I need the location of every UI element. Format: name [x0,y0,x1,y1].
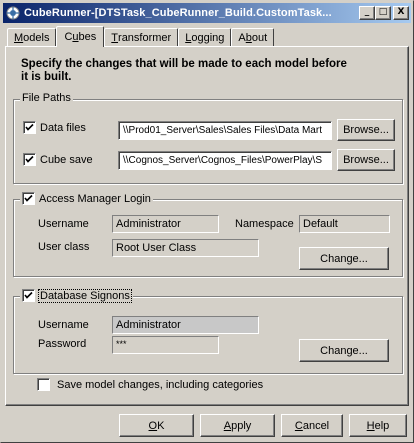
db-password-label: Password [38,338,87,350]
close-button[interactable]: X [393,6,409,20]
checkmark-icon [23,121,36,134]
data-files-browse-button[interactable]: Browse... [337,119,395,141]
db-username-label: Username [38,319,89,331]
am-namespace-label: Namespace [235,218,294,230]
help-button[interactable]: Help [349,414,407,437]
am-userclass-label: User class [38,241,90,253]
access-manager-label: Access Manager Login [39,192,151,205]
checkmark-icon [23,153,36,166]
data-files-checkbox[interactable]: Data files [23,121,86,134]
title-bar[interactable]: CubeRunner-[DTSTask_CubeRunner_Build.Cus… [3,3,411,23]
cube-app-icon [6,6,20,20]
data-files-label: Data files [40,121,86,134]
cuberunner-window: CubeRunner-[DTSTask_CubeRunner_Build.Cus… [0,0,414,443]
data-files-path-field[interactable]: \\Prod01_Server\Sales\Sales Files\Data M… [118,121,332,140]
page-heading: Specify the changes that will be made to… [21,58,347,83]
am-namespace-field: Default [299,215,390,233]
minimize-icon: _ [364,7,370,17]
checkmark-icon [22,289,35,302]
db-password-field[interactable]: *** [112,336,219,354]
file-paths-group-label: File Paths [20,92,73,104]
checkmark-icon [22,192,35,205]
save-model-checkbox[interactable]: Save model changes, including categories [37,378,263,391]
file-paths-group: File Paths [13,92,403,184]
cancel-button[interactable]: Cancel [281,414,343,437]
access-manager-checkbox[interactable]: Access Manager Login [20,192,153,205]
cube-save-browse-button[interactable]: Browse... [337,149,395,171]
cube-save-checkbox[interactable]: Cube save [23,153,93,166]
maximize-icon: □ [378,7,388,17]
tab-models[interactable]: Models [7,28,57,46]
close-icon: X [397,7,405,17]
tab-cubes[interactable]: Cu bes [56,26,105,47]
minimize-button[interactable]: _ [359,6,375,20]
cube-save-label: Cube save [40,153,93,166]
database-signons-group: Database Signons [13,288,403,374]
tab-strip: Models Cu bes Transformer Logging Ab out [7,26,275,47]
tab-about[interactable]: Ab out [231,28,275,46]
am-userclass-field: Root User Class [112,239,259,257]
db-change-button[interactable]: Change... [299,339,389,362]
maximize-button[interactable]: □ [375,6,391,20]
database-signons-checkbox[interactable]: Database Signons [20,288,133,303]
apply-button[interactable]: Apply [200,414,275,437]
checkbox-icon [37,378,50,391]
am-change-button[interactable]: Change... [299,247,389,270]
am-username-label: Username [38,218,89,230]
db-username-field[interactable]: Administrator [112,316,259,334]
tab-logging[interactable]: Logging [178,28,232,46]
save-model-label: Save model changes, including categories [57,378,264,391]
ok-button[interactable]: OK [119,414,194,437]
database-signons-label: Database Signons [38,288,132,303]
window-title: CubeRunner-[DTSTask_CubeRunner_Build.Cus… [24,7,332,19]
am-username-field: Administrator [112,215,219,233]
cube-save-path-field[interactable]: \\Cognos_Server\Cognos_Files\PowerPlay\S [118,151,332,170]
tab-transformer[interactable]: Transformer [104,28,179,46]
